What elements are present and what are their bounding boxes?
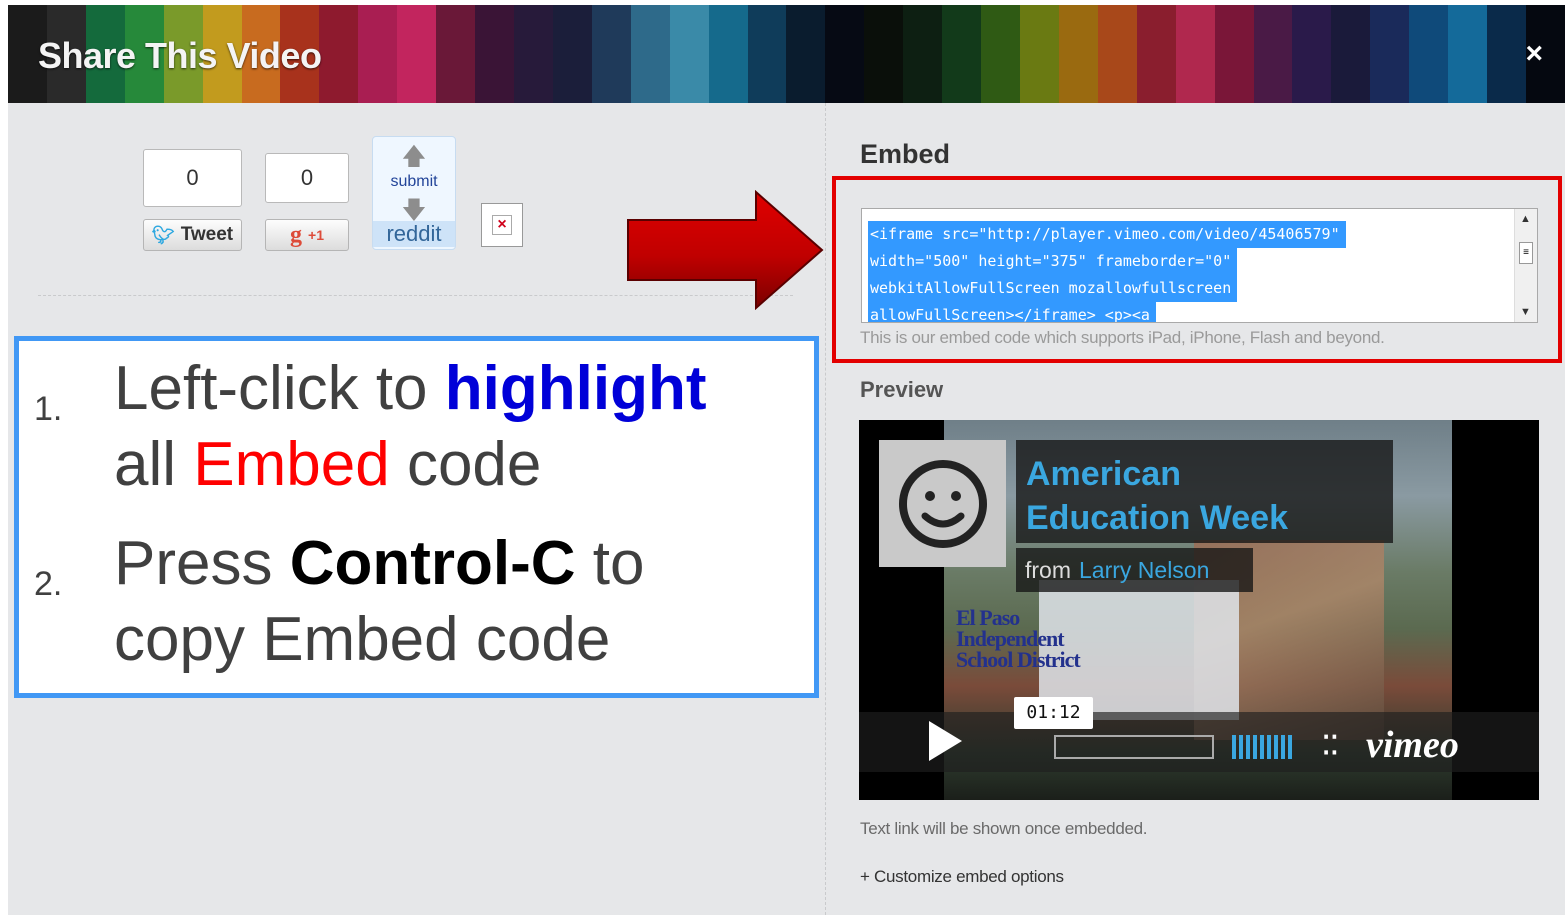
step-number: 1. (34, 390, 63, 428)
fullscreen-icon[interactable]: ⁚⁚ (1322, 730, 1339, 761)
scroll-thumb[interactable]: ≡ (1519, 242, 1533, 264)
instruction-step-1: 1. Left-click to highlight all Embed cod… (34, 351, 707, 503)
embed-heading: Embed (860, 139, 951, 169)
color-stripe (864, 5, 904, 103)
color-stripe (747, 5, 787, 103)
color-stripe (981, 5, 1020, 103)
modal-header: Share This Video × (8, 5, 1565, 103)
color-stripe (786, 5, 826, 103)
embed-help-text: This is our embed code which supports iP… (860, 328, 1385, 347)
byline-prefix: from (1025, 556, 1071, 583)
color-stripe (942, 5, 982, 103)
color-stripe (630, 5, 670, 103)
smiley-face-icon (898, 459, 987, 548)
school-district-logo-text: El Paso Independent School District (956, 605, 1081, 672)
color-stripe (591, 5, 631, 103)
vimeo-logo[interactable]: vimeo (1366, 723, 1459, 767)
broken-image-x: × (492, 215, 512, 235)
tweet-button[interactable]: 🐦︎ Tweet (143, 219, 242, 251)
reddit-label: reddit (373, 221, 455, 247)
color-stripe (708, 5, 748, 103)
color-stripe (319, 5, 359, 103)
scroll-down-arrow-icon[interactable]: ▼ (1520, 306, 1531, 318)
video-title-line: Education Week (1026, 499, 1288, 537)
color-stripe (1214, 5, 1254, 103)
color-stripe (1097, 5, 1137, 103)
share-panel: 0 🐦︎ Tweet 0 g +1 🡅︎ submit 🡇︎ reddit × … (8, 103, 1565, 915)
color-stripe (513, 5, 553, 103)
embed-code-line: <iframe src="http://player.vimeo.com/vid… (868, 221, 1346, 248)
control-c-key: Control-C (289, 529, 576, 598)
gplus-one-label: +1 (308, 227, 324, 243)
progress-bar[interactable] (1054, 735, 1214, 759)
embed-code-selection[interactable]: <iframe src="http://player.vimeo.com/vid… (868, 221, 1346, 322)
play-icon[interactable] (929, 721, 962, 761)
step-text: Press (114, 529, 290, 598)
color-stripe (1019, 5, 1059, 103)
color-stripe (397, 5, 437, 103)
school-line: Independent (956, 626, 1065, 651)
embed-code-line: allowFullScreen></iframe> <p><a (868, 302, 1156, 322)
google-plus-icon: g (290, 221, 303, 248)
embed-code-line: webkitAllowFullScreen mozallowfullscreen (868, 275, 1238, 302)
reddit-submit-label: submit (390, 173, 438, 190)
color-stripe (475, 5, 514, 103)
red-pointer-arrow-icon (627, 190, 824, 310)
timestamp-tooltip: 01:12 (1014, 697, 1093, 729)
embed-word: Embed (193, 430, 390, 499)
gplus-count: 0 (265, 153, 349, 203)
broken-image-icon: × (481, 203, 523, 247)
color-stripe (1409, 5, 1449, 103)
step-text: Left-click to (114, 354, 445, 423)
color-stripe (552, 5, 592, 103)
color-stripe (903, 5, 943, 103)
text-link-note: Text link will be shown once embedded. (860, 819, 1148, 838)
color-stripe (1136, 5, 1176, 103)
author-link[interactable]: Larry Nelson (1079, 557, 1209, 584)
step-text: copy Embed code (114, 605, 611, 674)
school-line: El Paso (956, 605, 1020, 630)
uploader-avatar[interactable] (879, 440, 1006, 567)
embed-scrollbar[interactable]: ▲ ≡ ▼ (1514, 209, 1537, 322)
highlight-word: highlight (444, 354, 707, 423)
video-byline: from Larry Nelson (1016, 548, 1253, 592)
color-stripe (1253, 5, 1293, 103)
gplus-one-button[interactable]: g +1 (265, 219, 349, 251)
reddit-submit-widget[interactable]: 🡅︎ submit 🡇︎ reddit (372, 136, 456, 250)
twitter-bird-icon: 🐦︎ (151, 224, 175, 245)
close-button[interactable]: × (1525, 39, 1543, 69)
tweet-count: 0 (143, 149, 242, 207)
step-text: all (114, 430, 194, 499)
color-stripe (1058, 5, 1098, 103)
color-stripe (825, 5, 865, 103)
instruction-step-2: 2. Press Control-C to copy Embed code (34, 526, 645, 678)
color-stripe (358, 5, 398, 103)
color-stripe (1370, 5, 1410, 103)
modal-title: Share This Video (38, 35, 322, 76)
video-title[interactable]: American Education Week (1026, 452, 1288, 540)
step-text: code (389, 430, 542, 499)
color-stripe (1331, 5, 1371, 103)
video-preview-player[interactable]: El Paso Independent School District Amer… (859, 420, 1539, 800)
volume-control[interactable] (1232, 735, 1292, 759)
color-stripe (1292, 5, 1332, 103)
tweet-label: Tweet (180, 224, 234, 245)
step-number: 2. (34, 565, 63, 603)
instruction-callout: 1. Left-click to highlight all Embed cod… (14, 336, 819, 698)
color-stripe (436, 5, 476, 103)
embed-code-line: width="500" height="375" frameborder="0" (868, 248, 1238, 275)
color-stripe (1448, 5, 1488, 103)
customize-embed-options-link[interactable]: + Customize embed options (860, 867, 1064, 887)
video-title-overlay[interactable]: American Education Week (1016, 440, 1393, 543)
color-stripe (1487, 5, 1526, 103)
preview-heading: Preview (860, 377, 944, 402)
scroll-up-arrow-icon[interactable]: ▲ (1520, 213, 1531, 225)
color-stripe (1175, 5, 1215, 103)
step-text: to (575, 529, 645, 598)
school-line: School District (956, 647, 1081, 672)
color-stripe (669, 5, 709, 103)
video-title-line: American (1026, 455, 1181, 493)
embed-code-textarea[interactable]: <iframe src="http://player.vimeo.com/vid… (861, 208, 1538, 323)
